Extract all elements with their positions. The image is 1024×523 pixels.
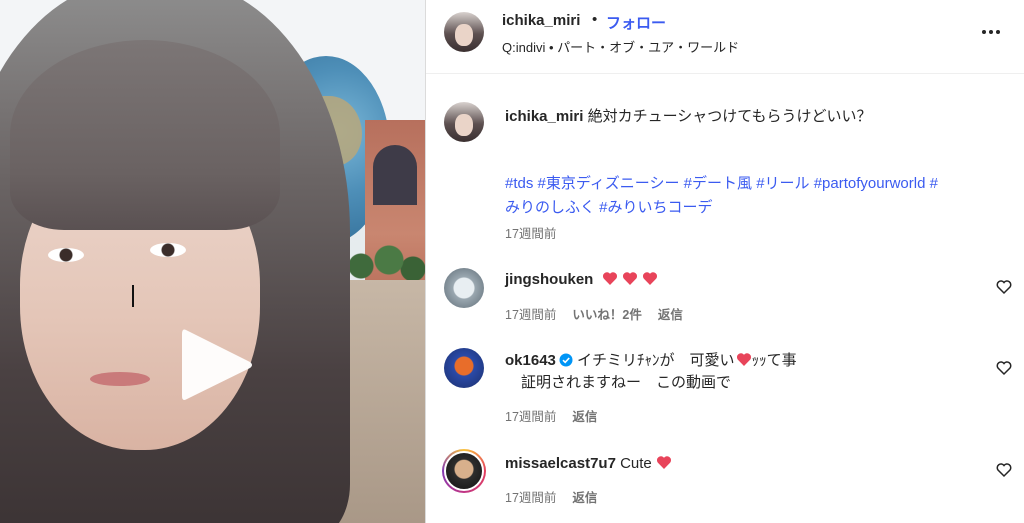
comment-text: Cute (620, 455, 652, 472)
verified-badge-icon (559, 353, 573, 367)
comment-timestamp[interactable]: 17週間前 (505, 406, 556, 425)
follow-button[interactable]: フォロー (606, 12, 666, 33)
post-header: ichika_miri • フォロー Q:indivi • パート・オブ・ユア・… (426, 0, 1024, 74)
heart-emoji-icon (656, 456, 671, 469)
comment-text: ｯｯて事 (751, 352, 797, 369)
audio-subtitle-link[interactable]: Q:indivi • パート・オブ・ユア・ワールド (502, 37, 739, 56)
hashtags-line[interactable]: #tds #東京ディズニーシー #デート風 #リール #partofyourwo… (505, 172, 1010, 196)
comment-text: 証明されますねー この動画で (521, 374, 732, 391)
comment-meta: 17週間前 いいね！2件 返信 (505, 304, 683, 323)
post-viewer: ichika_miri • フォロー Q:indivi • パート・オブ・ユア・… (0, 0, 1024, 523)
like-heart-icon[interactable] (996, 279, 1012, 295)
comment-likes-count[interactable]: いいね！2件 (572, 304, 641, 323)
post-details-panel: ichika_miri • フォロー Q:indivi • パート・オブ・ユア・… (425, 0, 1024, 523)
video-person-lips (90, 372, 150, 386)
like-heart-icon[interactable] (996, 462, 1012, 478)
like-heart-icon[interactable] (996, 360, 1012, 376)
comment-body: missaelcast7u7 Cute (505, 453, 925, 475)
more-horizontal-icon[interactable] (982, 28, 1006, 36)
reply-button[interactable]: 返信 (572, 406, 597, 425)
separator-dot: • (592, 11, 598, 28)
text-cursor-icon (132, 285, 134, 307)
heart-emoji-icon (736, 353, 751, 366)
caption-text: 絶対カチューシャつけてもらうけどいい？ (587, 108, 872, 125)
header-username[interactable]: ichika_miri (502, 12, 580, 29)
caption-avatar[interactable] (444, 102, 484, 142)
heart-emoji-icon (642, 272, 657, 285)
avatar[interactable] (444, 12, 484, 52)
caption-username[interactable]: ichika_miri (505, 108, 583, 125)
reel-video[interactable] (0, 0, 425, 523)
comment-meta: 17週間前 返信 (505, 487, 597, 506)
reply-button[interactable]: 返信 (572, 487, 597, 506)
comment-avatar[interactable] (444, 451, 484, 491)
caption-timestamp[interactable]: 17週間前 (505, 223, 556, 242)
comment-body: ok1643 イチミリﾁｬﾝが 可愛い ｯｯて事 証明されますねー この動画で (505, 350, 925, 394)
heart-emoji-icon (622, 272, 637, 285)
comment-username[interactable]: jingshouken (505, 271, 593, 288)
caption: ichika_miri 絶対カチューシャつけてもらうけどいい？ (505, 107, 1005, 127)
play-icon[interactable] (178, 326, 256, 404)
comment-username[interactable]: ok1643 (505, 352, 556, 369)
video-person-eye-right (150, 243, 186, 257)
comment-avatar[interactable] (444, 268, 484, 308)
video-person-bangs (10, 40, 280, 230)
reply-button[interactable]: 返信 (658, 304, 683, 323)
comment-timestamp[interactable]: 17週間前 (505, 304, 556, 323)
comment-username[interactable]: missaelcast7u7 (505, 455, 616, 472)
video-person-eye-left (48, 248, 84, 262)
comment-meta: 17週間前 返信 (505, 406, 597, 425)
comment-timestamp[interactable]: 17週間前 (505, 487, 556, 506)
comment-text: イチミリﾁｬﾝが 可愛い (577, 352, 735, 369)
hashtags-line[interactable]: みりのしふく #みりいちコーデ (505, 196, 1010, 220)
comment-avatar[interactable] (444, 348, 484, 388)
heart-emoji-icon (602, 272, 617, 285)
comment-body: jingshouken (505, 269, 925, 291)
caption-hashtags: #tds #東京ディズニーシー #デート風 #リール #partofyourwo… (505, 172, 1010, 220)
